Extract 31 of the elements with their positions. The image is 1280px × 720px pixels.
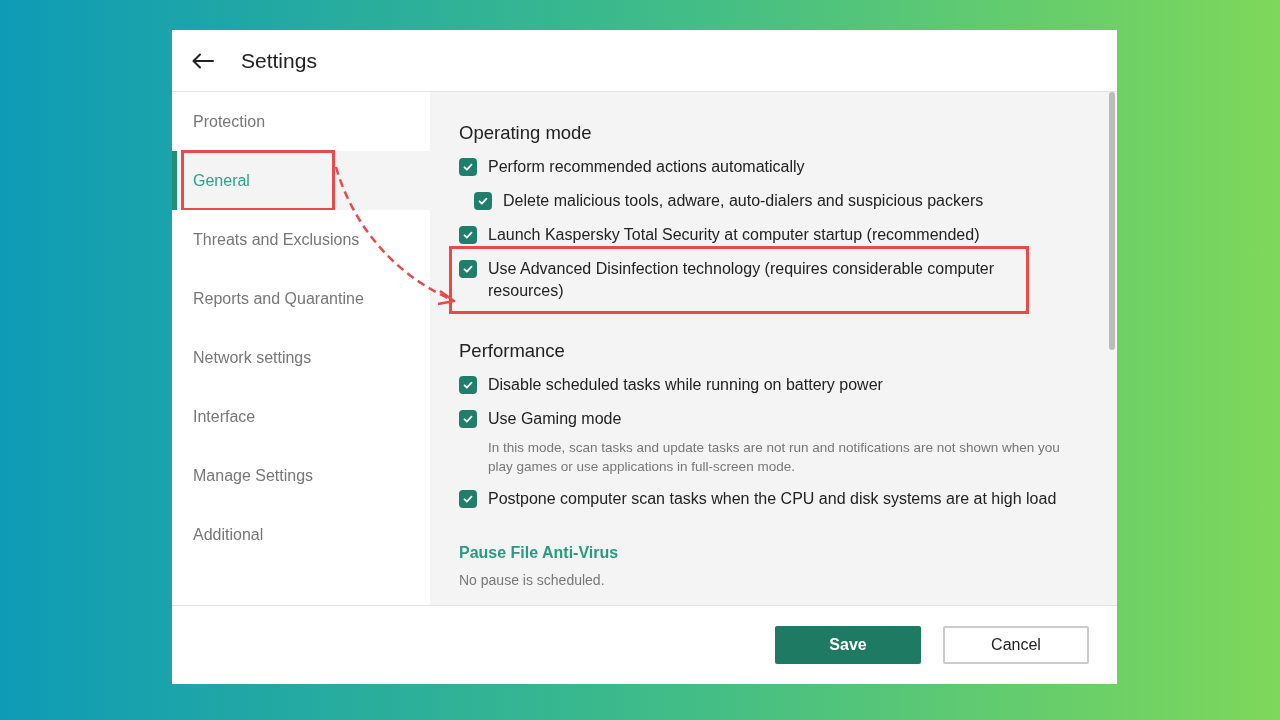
section-heading: Operating mode [459,122,593,144]
option-label: Delete malicious tools, adware, auto-dialers and suspicious packers [503,191,984,211]
checkbox[interactable] [459,260,477,278]
option-description: In this mode, scan tasks and update tasks are not run and notifications are not shown when you play games or use applications in full-screen mode. [488,439,1061,476]
option-label: Disable scheduled tasks while running on battery power [488,375,883,395]
checkmark-icon [462,493,474,505]
option-label: Use Gaming mode [488,409,623,429]
option-label: Launch Kaspersky Total Security at computer startup (recommended) [488,225,980,245]
checkbox[interactable] [459,490,477,508]
checkmark-icon [462,379,474,391]
section-heading: Performance [459,340,566,362]
option-label: Use Advanced Disinfection technology (requires considerable computer resources) [488,259,996,301]
sidebar-item[interactable]: General [172,151,430,210]
save-button[interactable]: Save [775,626,921,664]
cancel-button[interactable]: Cancel [943,626,1089,664]
checkbox[interactable] [474,192,492,210]
option-label: Perform recommended actions automatically [488,157,805,177]
window-title: Settings [241,48,317,73]
checkbox[interactable] [459,158,477,176]
checkmark-icon [462,161,474,173]
checkmark-icon [462,229,474,241]
option-label: Postpone computer scan tasks when the CPU and disk systems are at high load [488,489,1057,509]
checkbox[interactable] [459,226,477,244]
pause-link[interactable]: Pause File Anti-Virus [459,544,1087,562]
checkbox[interactable] [459,376,477,394]
checkbox[interactable] [459,410,477,428]
checkmark-icon [462,413,474,425]
back-arrow-icon[interactable] [192,52,214,69]
checkmark-icon [477,195,489,207]
checkmark-icon [462,263,474,275]
status-text: No pause is scheduled. [459,572,606,588]
